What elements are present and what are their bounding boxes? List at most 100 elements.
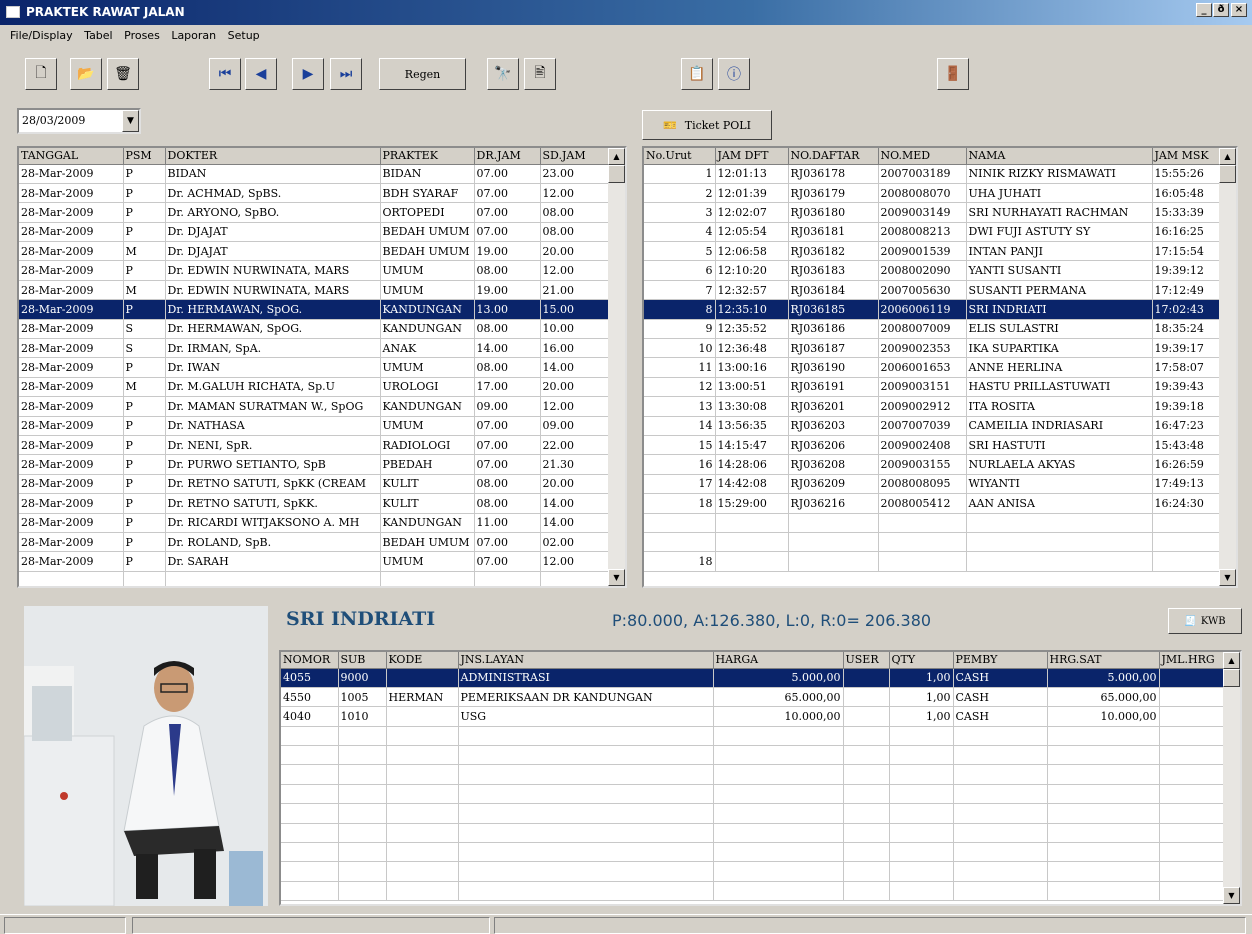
column-header[interactable]: PRAKTEK: [380, 148, 475, 165]
table-row[interactable]: 28-Mar-2009 P Dr. NENI, SpR. RADIOLOGI 07.00…: [19, 435, 611, 456]
patient-grid-scrollbar[interactable]: ▲ ▼: [1219, 148, 1236, 586]
column-header[interactable]: NO.MED: [878, 148, 967, 165]
find-button[interactable]: 🔭: [487, 58, 519, 90]
service-grid-scrollbar[interactable]: ▲ ▼: [1223, 652, 1240, 904]
table-row[interactable]: 10 12:36:48 RJ036187 2009002353 IKA SUPARTIK…: [644, 338, 1222, 359]
new-button[interactable]: 🗋: [25, 58, 57, 90]
column-header[interactable]: DOKTER: [165, 148, 381, 165]
table-row[interactable]: [19, 571, 611, 586]
table-row[interactable]: 28-Mar-2009 M Dr. DJAJAT BEDAH UMUM 19.00 20.…: [19, 241, 611, 262]
table-row[interactable]: [281, 881, 1226, 902]
restore-button[interactable]: ð: [1213, 3, 1229, 17]
column-header[interactable]: SD.JAM: [540, 148, 611, 165]
table-row[interactable]: 14 13:56:35 RJ036203 2007007039 CAMEILIA IND…: [644, 416, 1222, 436]
menu-proses[interactable]: Proses: [124, 29, 160, 42]
table-row[interactable]: 28-Mar-2009 P Dr. MAMAN SURATMAN W., SpOG K…: [19, 396, 611, 417]
table-row[interactable]: 28-Mar-2009 S Dr. HERMAWAN, SpOG. KANDUNGAN…: [19, 319, 611, 340]
table-row[interactable]: [644, 532, 1222, 553]
report-button[interactable]: 📋: [681, 58, 713, 90]
column-header[interactable]: PSM: [123, 148, 166, 165]
column-header[interactable]: KODE: [386, 652, 459, 669]
table-row[interactable]: 1 12:01:13 RJ036178 2007003189 NINIK RIZKY R…: [644, 164, 1222, 184]
last-record-button[interactable]: ⏭: [330, 58, 362, 90]
table-row[interactable]: [644, 513, 1222, 533]
column-header[interactable]: TANGGAL: [19, 148, 124, 165]
scroll-down-icon[interactable]: ▼: [608, 569, 625, 586]
table-row[interactable]: 28-Mar-2009 P Dr. PURWO SETIANTO, SpB PBEDA…: [19, 454, 611, 475]
table-row[interactable]: 28-Mar-2009 P Dr. IWAN UMUM 08.00 14.00: [19, 357, 611, 378]
table-row[interactable]: 6 12:10:20 RJ036183 2008002090 YANTI SUSANTI…: [644, 260, 1222, 281]
kwb-button[interactable]: 🧾 KWB: [1168, 608, 1242, 634]
table-row[interactable]: 28-Mar-2009 S Dr. IRMAN, SpA. ANAK 14.00 16.0…: [19, 338, 611, 359]
table-row[interactable]: 28-Mar-2009 P Dr. HERMAWAN, SpOG. KANDUNGAN…: [19, 299, 611, 320]
table-row[interactable]: 28-Mar-2009 P Dr. RETNO SATUTI, SpKK (CREA…: [19, 474, 611, 495]
patient-queue-grid[interactable]: No.Urut JAM DFT NO.DAFTAR NO.MED NAMA JAM MSK…: [642, 146, 1238, 588]
table-row[interactable]: [281, 823, 1226, 844]
table-row[interactable]: 4550 1005 HERMAN PEMERIKSAAN DR KANDUNGAN 65…: [281, 687, 1226, 708]
table-row[interactable]: 28-Mar-2009 P Dr. ROLAND, SpB. BEDAH UMUM 07…: [19, 532, 611, 553]
table-row[interactable]: 13 13:30:08 RJ036201 2009002912 ITA ROSITA 19…: [644, 396, 1222, 417]
scroll-up-icon[interactable]: ▲: [608, 148, 625, 165]
table-row[interactable]: 4055 9000 ADMINISTRASI 5.000,00 1,00 CASH 5.00…: [281, 668, 1226, 688]
open-button[interactable]: 📂: [70, 58, 102, 90]
minimize-button[interactable]: _: [1196, 3, 1212, 17]
scroll-thumb[interactable]: [608, 165, 625, 183]
table-row[interactable]: [281, 726, 1226, 747]
column-header[interactable]: SUB: [338, 652, 387, 669]
table-row[interactable]: 18 15:29:00 RJ036216 2008005412 AAN ANISA 16:…: [644, 493, 1222, 514]
column-header[interactable]: DR.JAM: [474, 148, 541, 165]
table-row[interactable]: 11 13:00:16 RJ036190 2006001653 ANNE HERLINA…: [644, 357, 1222, 378]
doctor-schedule-grid[interactable]: TANGGAL PSM DOKTER PRAKTEK DR.JAM SD.JAM 28-M…: [17, 146, 627, 588]
table-row[interactable]: 2 12:01:39 RJ036179 2008008070 UHA JUHATI 16:…: [644, 183, 1222, 204]
column-header[interactable]: JNS.LAYAN: [458, 652, 714, 669]
table-row[interactable]: 18: [644, 551, 1222, 572]
table-row[interactable]: [281, 745, 1226, 766]
print-preview-button[interactable]: 🖹: [524, 58, 556, 90]
next-record-button[interactable]: ▶: [292, 58, 324, 90]
column-header[interactable]: HRG.SAT: [1047, 652, 1160, 669]
scroll-down-icon[interactable]: ▼: [1219, 569, 1236, 586]
table-row[interactable]: 7 12:32:57 RJ036184 2007005630 SUSANTI PERMA…: [644, 280, 1222, 301]
table-row[interactable]: 4040 1010 USG 10.000,00 1,00 CASH 10.000,00: [281, 706, 1226, 727]
table-row[interactable]: 17 14:42:08 RJ036209 2008008095 WIYANTI 17:49…: [644, 474, 1222, 495]
column-header[interactable]: JAM MSK: [1152, 148, 1222, 165]
date-selector[interactable]: 28/03/2009 ▼: [17, 108, 141, 134]
column-header[interactable]: NOMOR: [281, 652, 339, 669]
table-row[interactable]: 28-Mar-2009 M Dr. M.GALUH RICHATA, Sp.U URO…: [19, 377, 611, 398]
menu-tabel[interactable]: Tabel: [84, 29, 112, 42]
scroll-thumb[interactable]: [1223, 669, 1240, 687]
doctor-grid-scrollbar[interactable]: ▲ ▼: [608, 148, 625, 586]
delete-button[interactable]: 🗑: [107, 58, 139, 90]
column-header[interactable]: JML.HRG: [1159, 652, 1226, 669]
table-row[interactable]: 28-Mar-2009 P BIDAN BIDAN 07.00 23.00: [19, 164, 611, 184]
service-items-grid[interactable]: NOMOR SUB KODE JNS.LAYAN HARGA USER QTY PEMBY HR…: [279, 650, 1242, 906]
table-row[interactable]: [281, 803, 1226, 824]
scroll-up-icon[interactable]: ▲: [1219, 148, 1236, 165]
table-row[interactable]: 12 13:00:51 RJ036191 2009003151 HASTU PRILLA…: [644, 377, 1222, 398]
table-row[interactable]: 28-Mar-2009 P Dr. RETNO SATUTI, SpKK. KULIT…: [19, 493, 611, 514]
table-row[interactable]: 16 14:28:06 RJ036208 2009003155 NURLAELA AKY…: [644, 454, 1222, 475]
table-row[interactable]: 28-Mar-2009 M Dr. EDWIN NURWINATA, MARS UMU…: [19, 280, 611, 301]
ticket-poli-button[interactable]: 🎫 Ticket POLI: [642, 110, 772, 140]
table-row[interactable]: 15 14:15:47 RJ036206 2009002408 SRI HASTUTI 1…: [644, 435, 1222, 456]
table-row[interactable]: 28-Mar-2009 P Dr. SARAH UMUM 07.00 12.00: [19, 551, 611, 572]
scroll-thumb[interactable]: [1219, 165, 1236, 183]
table-row[interactable]: 4 12:05:54 RJ036181 2008008213 DWI FUJI ASTU…: [644, 222, 1222, 243]
table-row[interactable]: 28-Mar-2009 P Dr. RICARDI WITJAKSONO A. MH…: [19, 513, 611, 533]
table-row[interactable]: 8 12:35:10 RJ036185 2006006119 SRI INDRIATI 1…: [644, 299, 1222, 320]
table-row[interactable]: 28-Mar-2009 P Dr. NATHASA UMUM 07.00 09.00: [19, 416, 611, 436]
menu-file-display[interactable]: File/Display: [10, 29, 73, 42]
table-row[interactable]: [281, 764, 1226, 785]
column-header[interactable]: NO.DAFTAR: [788, 148, 879, 165]
table-row[interactable]: [281, 861, 1226, 882]
table-row[interactable]: [281, 784, 1226, 805]
scroll-down-icon[interactable]: ▼: [1223, 887, 1240, 904]
info-button[interactable]: ⓘ: [718, 58, 750, 90]
chevron-down-icon[interactable]: ▼: [122, 110, 139, 132]
column-header[interactable]: HARGA: [713, 652, 844, 669]
column-header[interactable]: QTY: [889, 652, 954, 669]
table-row[interactable]: 9 12:35:52 RJ036186 2008007009 ELIS SULASTRI…: [644, 319, 1222, 340]
table-row[interactable]: 28-Mar-2009 P Dr. ARYONO, SpBO. ORTOPEDI 07.…: [19, 202, 611, 223]
exit-button[interactable]: 🚪: [937, 58, 969, 90]
first-record-button[interactable]: ⏮: [209, 58, 241, 90]
